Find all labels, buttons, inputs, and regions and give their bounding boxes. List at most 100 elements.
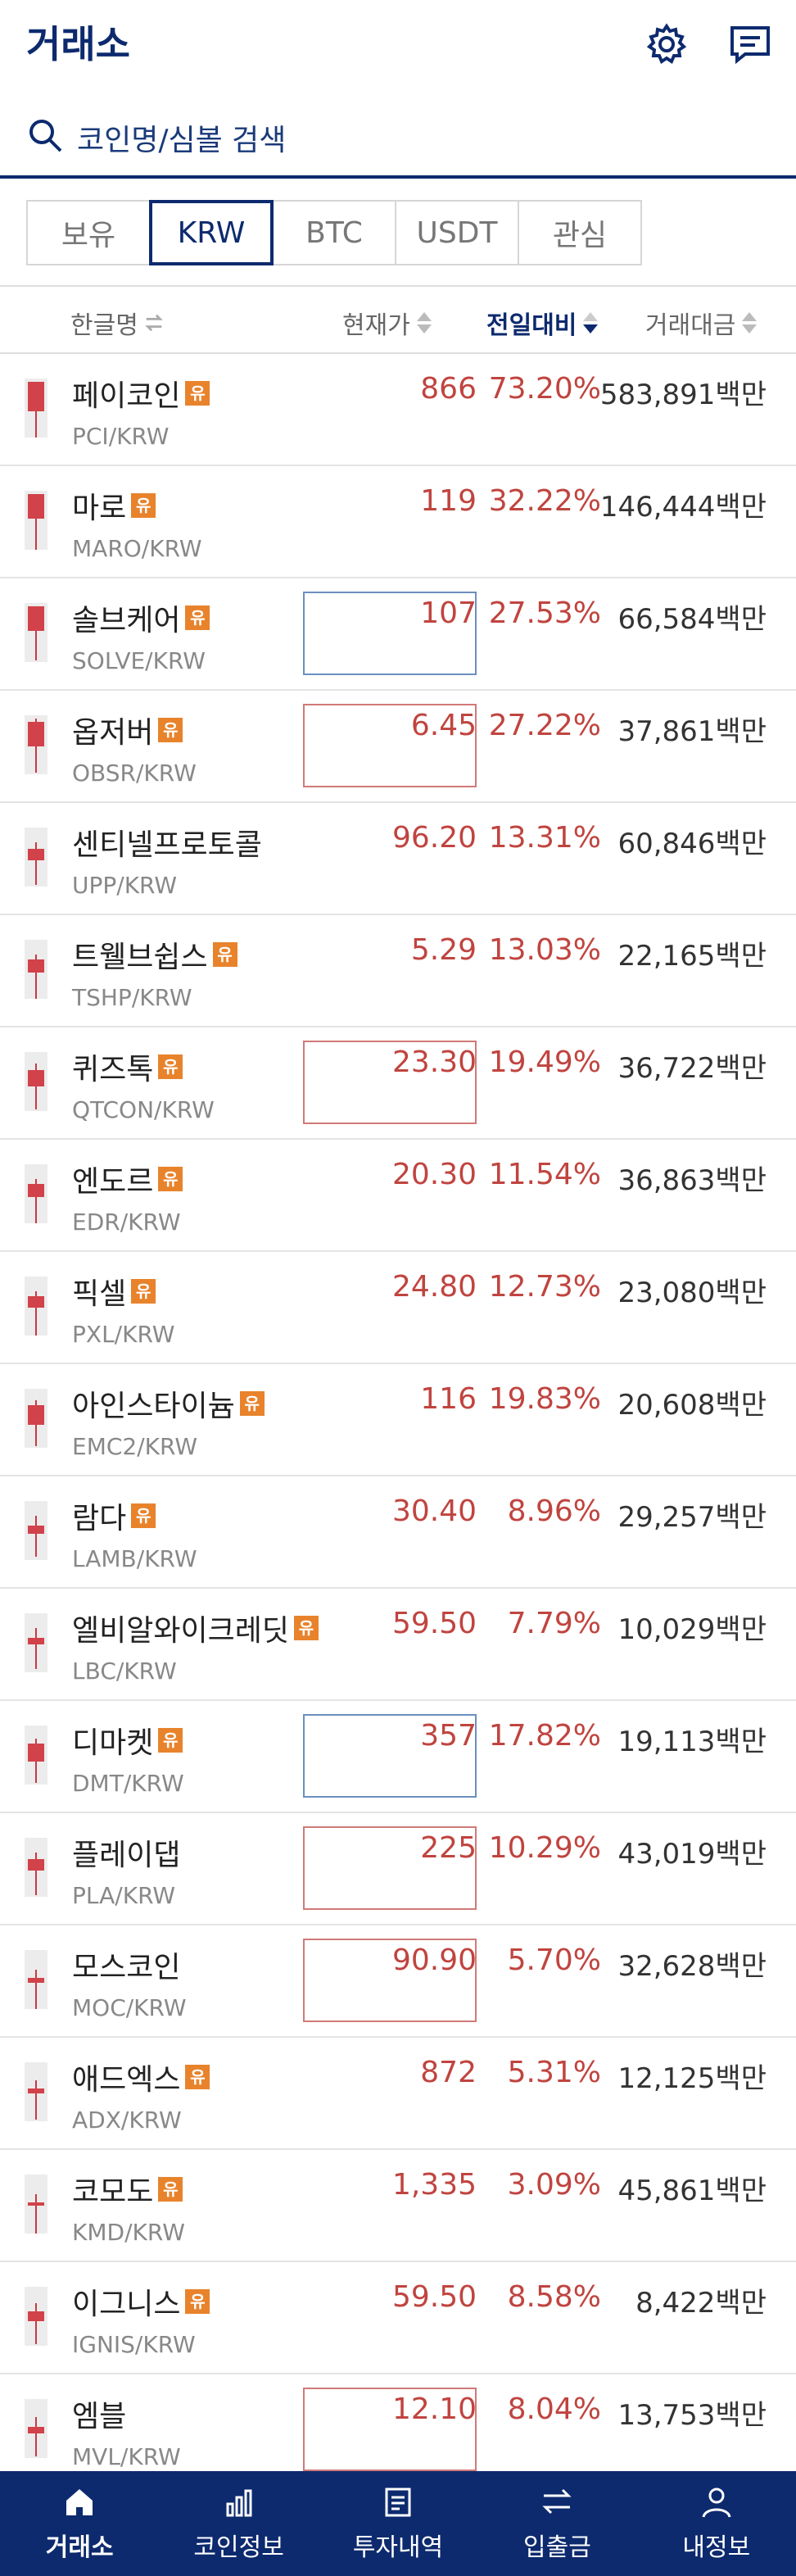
coin-name-label: 솔브케어 (72, 604, 181, 637)
coin-row[interactable]: 픽셀 유 PXL/KRW 24.80 12.73% 23,080백만 (0, 1252, 796, 1364)
coin-name: 센티넬프로토콜 (72, 821, 262, 864)
coin-name: 옵저버 유 (72, 709, 183, 751)
coin-symbol: MVL/KRW (72, 2443, 181, 2470)
coin-name: 마로 유 (72, 484, 156, 527)
coin-row[interactable]: 아인스타이늄 유 EMC2/KRW 116 19.83% 20,608백만 (0, 1364, 796, 1476)
sort-icon (415, 311, 433, 335)
change-percent: 19.49% (488, 1045, 601, 1079)
coin-row[interactable]: 엠블 MVL/KRW 12.10 8.04% 13,753백만 (0, 2374, 796, 2487)
coin-row[interactable]: 모스코인 MOC/KRW 90.90 5.70% 32,628백만 (0, 1925, 796, 2038)
coin-name: 플레이댑 (72, 1831, 180, 1874)
nav-item-4[interactable]: 내정보 (637, 2471, 796, 2576)
caution-badge: 유 (185, 2289, 210, 2314)
coin-name-label: 퀴즈톡 (72, 1053, 154, 1086)
tab-favorites[interactable]: 관심 (518, 200, 642, 265)
coin-symbol: UPP/KRW (72, 872, 178, 899)
coin-row[interactable]: 플레이댑 PLA/KRW 225 10.29% 43,019백만 (0, 1813, 796, 1925)
coin-symbol: PLA/KRW (72, 1882, 176, 1909)
coin-row[interactable]: 람다 유 LAMB/KRW 30.40 8.96% 29,257백만 (0, 1476, 796, 1589)
coin-name-label: 이그니스 (72, 2288, 181, 2321)
current-price: 107 (420, 596, 477, 630)
tab-krw[interactable]: KRW (149, 200, 274, 265)
current-price: 90.90 (391, 1943, 477, 1977)
nav-item-3[interactable]: 입출금 (477, 2471, 636, 2576)
nav-item-0[interactable]: 거래소 (0, 2471, 159, 2576)
current-price: 59.50 (391, 2280, 477, 2314)
change-percent: 8.58% (507, 2280, 601, 2314)
change-percent: 3.09% (507, 2168, 601, 2202)
coin-row[interactable]: 이그니스 유 IGNIS/KRW 59.50 8.58% 8,422백만 (0, 2262, 796, 2374)
caution-badge: 유 (131, 493, 156, 518)
trade-volume: 22,165백만 (617, 940, 767, 973)
tab-btc[interactable]: BTC (272, 200, 396, 265)
coin-symbol: MOC/KRW (72, 1994, 187, 2021)
change-percent: 27.53% (488, 596, 601, 630)
caution-badge: 유 (131, 1279, 156, 1304)
coin-symbol: PCI/KRW (72, 423, 170, 450)
trade-volume: 29,257백만 (617, 1501, 767, 1534)
coin-symbol: QTCON/KRW (72, 1096, 215, 1123)
column-name-label: 한글명 (70, 311, 138, 340)
coin-symbol: LAMB/KRW (72, 1545, 197, 1572)
candle-icon (25, 2175, 47, 2234)
caution-badge: 유 (185, 2065, 210, 2089)
candle-icon (25, 1950, 47, 2009)
search-input[interactable]: 코인명/심볼 검색 (77, 116, 286, 159)
current-price: 1,335 (391, 2168, 477, 2202)
tab-usdt[interactable]: USDT (395, 200, 519, 265)
coin-row[interactable]: 트웰브쉽스 유 TSHP/KRW 5.29 13.03% 22,165백만 (0, 915, 796, 1027)
current-price: 866 (420, 372, 477, 406)
coin-row[interactable]: 옵저버 유 OBSR/KRW 6.45 27.22% 37,861백만 (0, 691, 796, 803)
coin-name-label: 코모도 (72, 2175, 154, 2209)
change-percent: 5.70% (507, 1943, 601, 1977)
trade-volume: 10,029백만 (617, 1613, 767, 1646)
coin-row[interactable]: 마로 유 MARO/KRW 119 32.22% 146,444백만 (0, 466, 796, 578)
coin-symbol: LBC/KRW (72, 1658, 177, 1685)
user-icon (699, 2484, 735, 2520)
column-volume[interactable]: 거래대금 (645, 305, 758, 341)
gear-icon[interactable] (644, 21, 690, 67)
coin-name-label: 엠블 (72, 2400, 127, 2433)
coin-name: 엘비알와이크레딧 유 (72, 1607, 319, 1649)
candle-icon (25, 603, 47, 662)
coin-symbol: PXL/KRW (72, 1321, 175, 1348)
column-name[interactable]: 한글명 (70, 305, 165, 341)
coin-row[interactable]: 엘비알와이크레딧 유 LBC/KRW 59.50 7.79% 10,029백만 (0, 1589, 796, 1701)
tab-holdings[interactable]: 보유 (26, 200, 151, 265)
coin-row[interactable]: 솔브케어 유 SOLVE/KRW 107 27.53% 66,584백만 (0, 578, 796, 691)
trade-volume: 36,863백만 (617, 1164, 767, 1197)
coin-symbol: DMT/KRW (72, 1770, 184, 1797)
column-price[interactable]: 현재가 (342, 305, 433, 341)
coin-row[interactable]: 엔도르 유 EDR/KRW 20.30 11.54% 36,863백만 (0, 1140, 796, 1252)
coin-name: 이그니스 유 (72, 2280, 210, 2323)
search-bar[interactable]: 코인명/심볼 검색 (0, 100, 796, 179)
coin-row[interactable]: 퀴즈톡 유 QTCON/KRW 23.30 19.49% 36,722백만 (0, 1027, 796, 1140)
page-title: 거래소 (26, 22, 130, 66)
change-percent: 19.83% (488, 1382, 601, 1416)
search-icon (25, 115, 67, 157)
current-price: 20.30 (391, 1158, 477, 1191)
coin-name: 모스코인 (72, 1943, 180, 1986)
coin-symbol: EDR/KRW (72, 1209, 181, 1236)
trade-volume: 66,584백만 (617, 603, 767, 636)
chat-icon[interactable] (727, 21, 773, 67)
column-change[interactable]: 전일대비 (486, 305, 599, 341)
coin-row[interactable]: 페이코인 유 PCI/KRW 866 73.20% 583,891백만 (0, 354, 796, 466)
coin-row[interactable]: 센티넬프로토콜 UPP/KRW 96.20 13.31% 60,846백만 (0, 803, 796, 915)
coin-name: 아인스타이늄 유 (72, 1382, 265, 1425)
nav-label: 코인정보 (193, 2533, 284, 2562)
coin-row[interactable]: 애드엑스 유 ADX/KRW 872 5.31% 12,125백만 (0, 2038, 796, 2150)
coin-row[interactable]: 코모도 유 KMD/KRW 1,335 3.09% 45,861백만 (0, 2150, 796, 2262)
caution-badge: 유 (239, 1391, 265, 1416)
nav-item-1[interactable]: 코인정보 (159, 2471, 318, 2576)
coin-row[interactable]: 디마켓 유 DMT/KRW 357 17.82% 19,113백만 (0, 1701, 796, 1813)
trade-volume: 20,608백만 (617, 1389, 767, 1422)
trade-volume: 583,891백만 (599, 379, 767, 411)
coin-symbol: MARO/KRW (72, 535, 202, 562)
candle-icon (25, 1389, 47, 1448)
nav-item-2[interactable]: 투자내역 (319, 2471, 477, 2576)
coin-name-label: 디마켓 (72, 1726, 154, 1760)
coin-name: 트웰브쉽스 유 (72, 933, 237, 976)
coin-name: 코모도 유 (72, 2168, 183, 2211)
coin-name: 솔브케어 유 (72, 596, 210, 639)
